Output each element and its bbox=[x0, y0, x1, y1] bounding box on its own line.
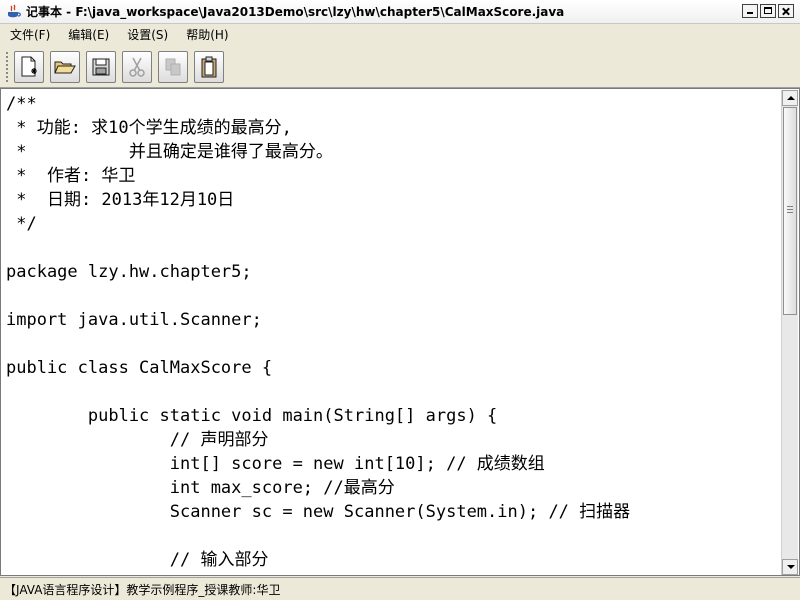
code-line: Scanner sc = new Scanner(System.in); // … bbox=[6, 502, 631, 522]
new-file-icon bbox=[21, 56, 37, 76]
vertical-scrollbar[interactable] bbox=[781, 90, 798, 575]
save-disk-icon bbox=[92, 58, 110, 75]
minimize-button[interactable] bbox=[742, 4, 758, 18]
open-folder-icon bbox=[54, 61, 76, 73]
new-file-button[interactable] bbox=[14, 50, 44, 83]
paste-clipboard-icon bbox=[201, 56, 217, 77]
menu-help[interactable]: 帮助(H) bbox=[176, 24, 236, 46]
window-title: 记事本 - F:\java_workspace\Java2013Demo\src… bbox=[26, 5, 565, 19]
scroll-up-arrow-icon[interactable] bbox=[782, 90, 798, 106]
text-editor[interactable]: /** * 功能: 求10个学生成绩的最高分, * 并且确定是谁得了最高分。 *… bbox=[0, 88, 800, 576]
code-line: * 功能: 求10个学生成绩的最高分, bbox=[6, 118, 292, 138]
status-bar: 【JAVA语言程序设计】教学示例程序_授课教师:华卫 bbox=[0, 577, 800, 600]
code-line: * 并且确定是谁得了最高分。 bbox=[6, 142, 333, 162]
menu-edit[interactable]: 编辑(E) bbox=[58, 24, 117, 46]
code-line: public class CalMaxScore { bbox=[6, 358, 273, 378]
copy-button[interactable] bbox=[158, 50, 188, 83]
cut-button[interactable] bbox=[122, 50, 152, 83]
maximize-button[interactable] bbox=[760, 4, 776, 18]
open-file-button[interactable] bbox=[50, 50, 80, 83]
code-text-area[interactable]: /** * 功能: 求10个学生成绩的最高分, * 并且确定是谁得了最高分。 *… bbox=[6, 92, 776, 572]
code-line: * 日期: 2013年12月10日 bbox=[6, 190, 235, 210]
code-line: package lzy.hw.chapter5; bbox=[6, 262, 252, 282]
toolbar bbox=[0, 46, 800, 88]
copy-icon bbox=[165, 58, 181, 75]
scrollbar-thumb[interactable] bbox=[783, 107, 797, 315]
title-bar[interactable]: 记事本 - F:\java_workspace\Java2013Demo\src… bbox=[0, 0, 800, 24]
menu-settings[interactable]: 设置(S) bbox=[117, 24, 176, 46]
scroll-down-arrow-icon[interactable] bbox=[782, 559, 798, 575]
save-file-button[interactable] bbox=[86, 50, 116, 83]
code-line: // 声明部分 bbox=[6, 430, 269, 450]
code-line: public static void main(String[] args) { bbox=[6, 406, 498, 426]
code-line: int[] score = new int[10]; // 成绩数组 bbox=[6, 454, 545, 474]
close-button[interactable] bbox=[778, 4, 794, 18]
toolbar-grip[interactable] bbox=[5, 50, 9, 83]
menu-file[interactable]: 文件(F) bbox=[0, 24, 58, 46]
code-line: */ bbox=[6, 214, 37, 234]
code-line: int max_score; //最高分 bbox=[6, 478, 395, 498]
java-cup-icon bbox=[8, 4, 21, 17]
notepad-window: 记事本 - F:\java_workspace\Java2013Demo\src… bbox=[0, 0, 800, 600]
code-line: * 作者: 华卫 bbox=[6, 166, 136, 186]
code-line: import java.util.Scanner; bbox=[6, 310, 262, 330]
window-controls bbox=[742, 4, 794, 18]
paste-button[interactable] bbox=[194, 50, 224, 83]
status-text: 【JAVA语言程序设计】教学示例程序_授课教师:华卫 bbox=[4, 582, 281, 597]
menu-bar: 文件(F) 编辑(E) 设置(S) 帮助(H) bbox=[0, 24, 800, 46]
code-line: // 输入部分 bbox=[6, 550, 269, 570]
cut-scissors-icon bbox=[129, 57, 145, 77]
code-line: /** bbox=[6, 94, 37, 114]
